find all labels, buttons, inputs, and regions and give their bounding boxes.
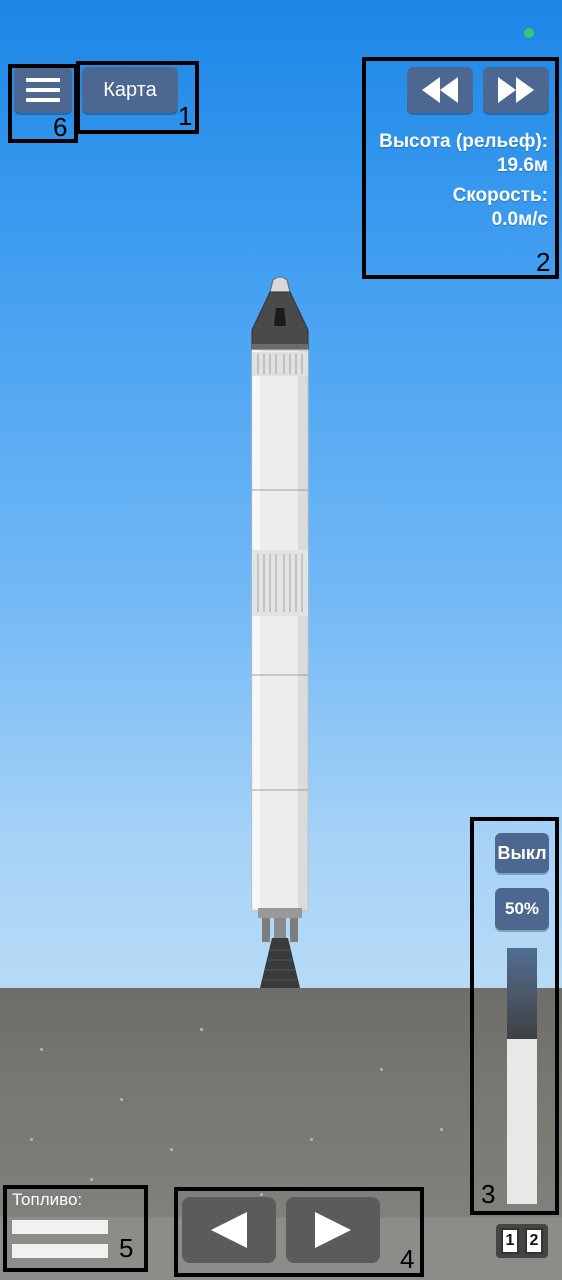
annotation-number-2: 2: [536, 247, 551, 277]
annotation-number-1: 1: [178, 101, 193, 131]
stage-2-indicator[interactable]: 2: [525, 1228, 543, 1254]
annotation-number-5: 5: [119, 1233, 134, 1263]
annotation-frame-3: [470, 817, 559, 1215]
connection-status-dot: [524, 28, 534, 38]
annotation-frame-2: [362, 57, 559, 279]
annotation-number-4: 4: [400, 1244, 415, 1274]
stage-1-indicator[interactable]: 1: [501, 1228, 519, 1254]
rocket: [251, 276, 309, 988]
annotation-number-3: 3: [481, 1179, 496, 1209]
annotation-frame-6: [8, 64, 78, 143]
annotation-number-6: 6: [53, 112, 68, 142]
annotation-frame-4: [174, 1187, 424, 1277]
